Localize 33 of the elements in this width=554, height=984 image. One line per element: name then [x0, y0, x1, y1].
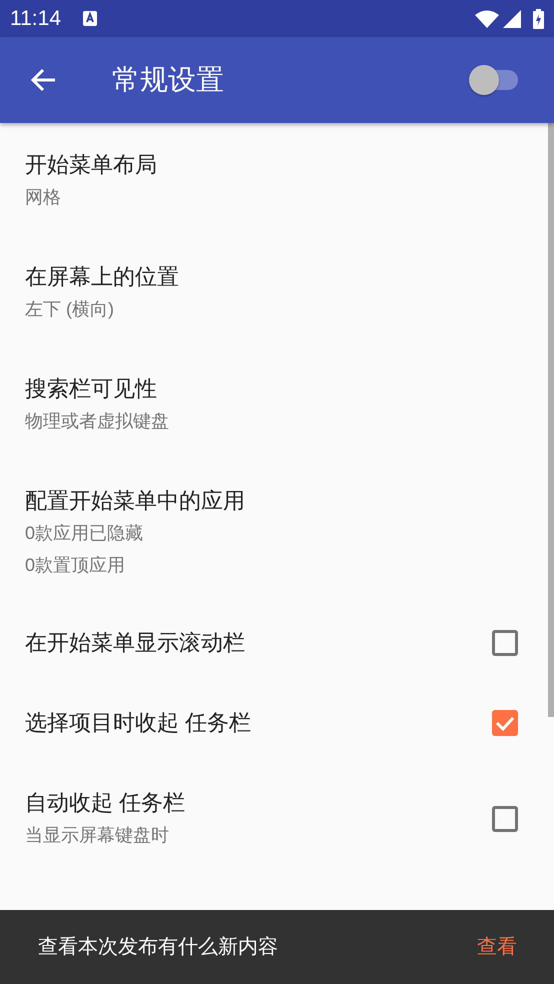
setting-summary: 左下 (横向)	[25, 298, 115, 321]
settings-row[interactable]: 选择项目时收起 任务栏	[0, 683, 548, 763]
checkbox[interactable]	[492, 806, 518, 832]
settings-row[interactable]: 开始菜单布局 网格	[0, 123, 548, 235]
signal-icon	[503, 10, 521, 28]
settings-row[interactable]: 在开始菜单显示滚动栏	[0, 603, 548, 683]
setting-title: 配置开始菜单中的应用	[25, 487, 246, 515]
settings-row[interactable]: 搜索栏可见性 物理或者虚拟键盘	[0, 347, 548, 459]
setting-title: 在开始菜单显示滚动栏	[25, 629, 246, 657]
checkbox[interactable]	[492, 710, 518, 736]
setting-summary: 0款置顶应用	[25, 554, 126, 577]
setting-summary: 网格	[25, 186, 62, 209]
setting-summary: 物理或者虚拟键盘	[25, 410, 170, 433]
toggle-switch[interactable]	[468, 64, 520, 96]
setting-title: 搜索栏可见性	[25, 375, 158, 403]
setting-title: 自动收起 任务栏	[25, 789, 186, 817]
status-time: 11:14	[10, 6, 61, 32]
screen-title: 常规设置	[112, 63, 224, 97]
setting-summary: 当显示屏幕键盘时	[25, 824, 170, 847]
wifi-icon	[475, 10, 499, 28]
battery-icon	[533, 8, 544, 28]
setting-title: 在屏幕上的位置	[25, 263, 180, 291]
checkbox[interactable]	[492, 630, 518, 656]
view-button[interactable]: 查看	[477, 932, 517, 962]
setting-title: 选择项目时收起 任务栏	[25, 709, 252, 737]
settings-row[interactable]: 自动收起 任务栏 当显示屏幕键盘时	[0, 763, 548, 875]
settings-row[interactable]: 在屏幕上的位置 左下 (横向)	[0, 235, 548, 347]
setting-summary: 0款应用已隐藏	[25, 522, 144, 545]
back-arrow-icon[interactable]	[30, 68, 56, 92]
notification-icon	[83, 11, 97, 26]
settings-row[interactable]: 配置开始菜单中的应用 0款应用已隐藏 0款置顶应用	[0, 459, 548, 603]
snackbar-message: 查看本次发布有什么新内容	[38, 935, 278, 960]
setting-title: 开始菜单布局	[25, 151, 158, 179]
